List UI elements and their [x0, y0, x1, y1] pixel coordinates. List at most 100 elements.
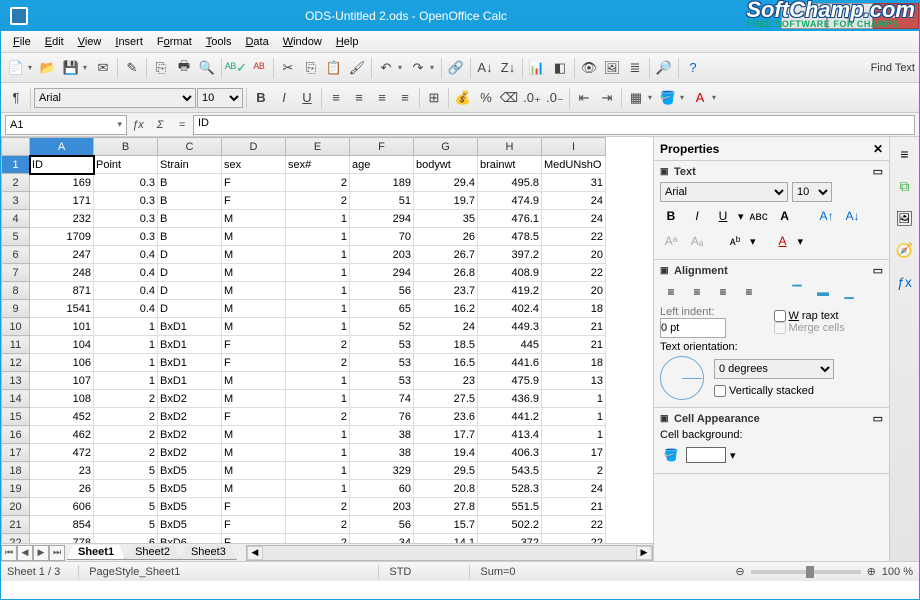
- row-header-5[interactable]: 5: [2, 228, 30, 246]
- spellcheck-icon[interactable]: ᴬᴮ✓: [225, 57, 247, 79]
- edit-icon[interactable]: ✎: [121, 57, 143, 79]
- cell[interactable]: 449.3: [478, 318, 542, 336]
- sidebar-tab-styles-icon[interactable]: ⧉: [894, 175, 916, 197]
- align-center-icon[interactable]: ≡: [348, 87, 370, 109]
- print-icon[interactable]: 🖶: [173, 57, 195, 79]
- cell[interactable]: 1: [94, 372, 158, 390]
- sb-strike-button[interactable]: ᴀʙᴄ: [748, 205, 770, 227]
- cell[interactable]: 65: [350, 300, 414, 318]
- cell[interactable]: 2: [286, 336, 350, 354]
- align-justify-icon[interactable]: ≡: [394, 87, 416, 109]
- sb-sub-button[interactable]: Aₐ: [686, 230, 708, 252]
- sidebar-font-select[interactable]: Arial: [660, 182, 788, 202]
- row-header-20[interactable]: 20: [2, 498, 30, 516]
- cell[interactable]: 56: [350, 282, 414, 300]
- collapse-icon[interactable]: ▣: [660, 166, 670, 177]
- row-header-19[interactable]: 19: [2, 480, 30, 498]
- cell[interactable]: M: [222, 210, 286, 228]
- sort-desc-icon[interactable]: Z↓: [497, 57, 519, 79]
- cell[interactable]: M: [222, 264, 286, 282]
- cell[interactable]: 74: [350, 390, 414, 408]
- cell[interactable]: 0.4: [94, 300, 158, 318]
- sum-icon[interactable]: Σ: [149, 119, 171, 131]
- row-header-22[interactable]: 22: [2, 534, 30, 544]
- cell[interactable]: 1541: [30, 300, 94, 318]
- col-header-D[interactable]: D: [222, 138, 286, 156]
- cell[interactable]: 1: [286, 210, 350, 228]
- cell[interactable]: 16.2: [414, 300, 478, 318]
- cell[interactable]: 52: [350, 318, 414, 336]
- sb-bold-button[interactable]: B: [660, 205, 682, 227]
- cell[interactable]: 854: [30, 516, 94, 534]
- cell[interactable]: 5: [94, 462, 158, 480]
- cell[interactable]: 22: [542, 516, 606, 534]
- cell[interactable]: 17.7: [414, 426, 478, 444]
- menu-edit[interactable]: Edit: [39, 34, 70, 50]
- cell[interactable]: 108: [30, 390, 94, 408]
- cell[interactable]: sex#: [286, 156, 350, 174]
- cell[interactable]: 13: [542, 372, 606, 390]
- cell[interactable]: 203: [350, 498, 414, 516]
- cell[interactable]: 2: [94, 408, 158, 426]
- cell[interactable]: 171: [30, 192, 94, 210]
- standard-format-icon[interactable]: ⌫: [498, 87, 520, 109]
- sb-align-right-icon[interactable]: ≡: [712, 281, 734, 303]
- email-icon[interactable]: ✉: [92, 57, 114, 79]
- cell[interactable]: 1: [94, 336, 158, 354]
- cell[interactable]: BxD1: [158, 372, 222, 390]
- cell[interactable]: BxD1: [158, 318, 222, 336]
- cell[interactable]: 29.4: [414, 174, 478, 192]
- cell[interactable]: 1: [542, 408, 606, 426]
- menu-window[interactable]: Window: [277, 34, 328, 50]
- cell[interactable]: 53: [350, 354, 414, 372]
- italic-button[interactable]: I: [273, 87, 295, 109]
- cell[interactable]: 15.7: [414, 516, 478, 534]
- cell[interactable]: 51: [350, 192, 414, 210]
- cell[interactable]: 53: [350, 372, 414, 390]
- cell[interactable]: 462: [30, 426, 94, 444]
- save-icon[interactable]: 💾: [60, 57, 82, 79]
- cell[interactable]: 2: [286, 408, 350, 426]
- cell[interactable]: 2: [286, 354, 350, 372]
- cell[interactable]: F: [222, 174, 286, 192]
- cell[interactable]: ID: [30, 156, 94, 174]
- cell[interactable]: 18: [542, 354, 606, 372]
- cell[interactable]: 0.3: [94, 228, 158, 246]
- col-header-I[interactable]: I: [542, 138, 606, 156]
- cell[interactable]: BxD5: [158, 480, 222, 498]
- menu-file[interactable]: File: [7, 34, 37, 50]
- cell[interactable]: 0.3: [94, 210, 158, 228]
- col-header-H[interactable]: H: [478, 138, 542, 156]
- select-all-corner[interactable]: [2, 138, 30, 156]
- underline-button[interactable]: U: [296, 87, 318, 109]
- cell[interactable]: 53: [350, 336, 414, 354]
- sb-align-center-icon[interactable]: ≡: [686, 281, 708, 303]
- cell[interactable]: sex: [222, 156, 286, 174]
- cell[interactable]: 472: [30, 444, 94, 462]
- sb-valign-top-icon[interactable]: ▔: [786, 281, 808, 303]
- more-icon[interactable]: ▭: [873, 264, 883, 277]
- cell[interactable]: 14.1: [414, 534, 478, 544]
- cell[interactable]: 528.3: [478, 480, 542, 498]
- sb-shrink-button[interactable]: A↓: [842, 205, 864, 227]
- styles-icon[interactable]: ¶: [5, 87, 27, 109]
- cell[interactable]: 478.5: [478, 228, 542, 246]
- menu-data[interactable]: Data: [239, 34, 274, 50]
- cell[interactable]: 19.4: [414, 444, 478, 462]
- cell[interactable]: 203: [350, 246, 414, 264]
- menu-tools[interactable]: Tools: [200, 34, 238, 50]
- cell[interactable]: 294: [350, 264, 414, 282]
- cell[interactable]: 294: [350, 210, 414, 228]
- cell[interactable]: 2: [94, 426, 158, 444]
- cell[interactable]: F: [222, 534, 286, 544]
- dec-indent-icon[interactable]: ⇤: [573, 87, 595, 109]
- sidebar-size-select[interactable]: 10: [792, 182, 832, 202]
- help-icon[interactable]: ?: [682, 57, 704, 79]
- cell[interactable]: M: [222, 480, 286, 498]
- cell[interactable]: 24: [542, 210, 606, 228]
- redo-icon[interactable]: ↷: [407, 57, 429, 79]
- collapse-icon[interactable]: ▣: [660, 413, 670, 424]
- cell[interactable]: 397.2: [478, 246, 542, 264]
- cell[interactable]: 441.6: [478, 354, 542, 372]
- fontcolor-icon[interactable]: A: [689, 87, 711, 109]
